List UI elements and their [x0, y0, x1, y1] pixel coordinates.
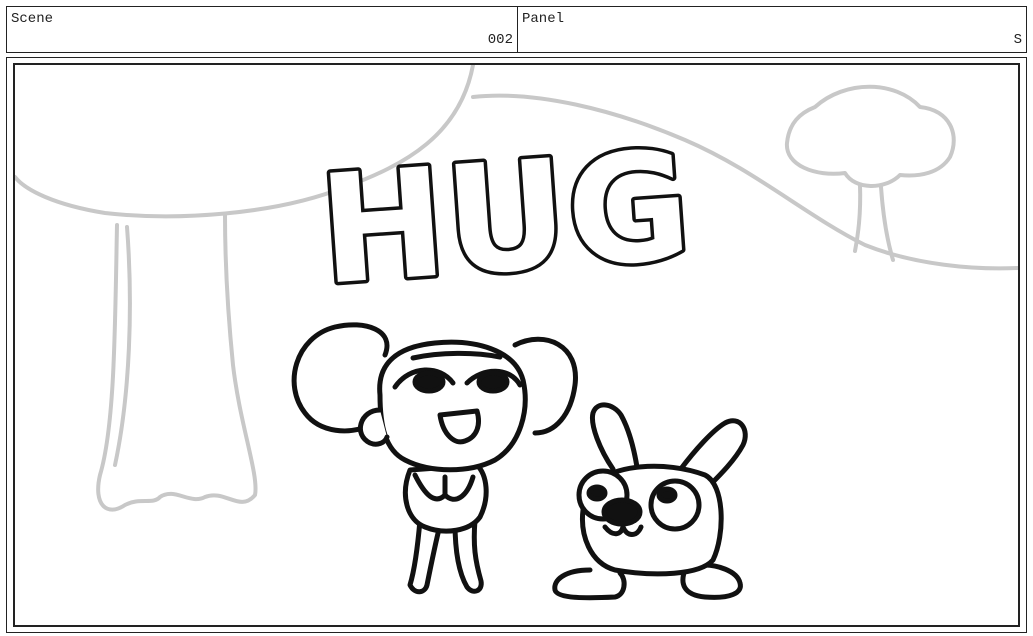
bunny-nose	[601, 497, 643, 527]
panel-canvas[interactable]: HUG	[13, 63, 1020, 627]
mouse-left-pupil	[412, 370, 446, 394]
bunny-left-foot	[552, 567, 627, 601]
mouse-character	[291, 322, 578, 595]
panel-label: Panel	[522, 11, 565, 27]
small-tree-canopy	[784, 84, 956, 188]
hug-title-text: HUG	[314, 119, 696, 318]
storyboard-header: Scene 002 Panel S	[6, 6, 1027, 53]
mouse-right-pupil	[476, 370, 510, 394]
panel-number[interactable]: S	[1014, 32, 1022, 48]
scene-cell: Scene 002	[7, 7, 518, 52]
mouse-head	[377, 339, 528, 473]
bunny-right-eye	[648, 478, 702, 532]
small-tree-trunk-right	[879, 185, 895, 262]
panel-cell: Panel S	[518, 7, 1026, 52]
bunny-left-pupil	[586, 484, 608, 502]
bunny-character	[552, 402, 748, 601]
scene-label: Scene	[11, 11, 54, 27]
scene-number[interactable]: 002	[488, 32, 513, 48]
hug-title: HUG	[311, 116, 700, 322]
storyboard-drawing: HUG	[15, 65, 1018, 601]
bunny-left-ear	[589, 402, 640, 472]
bunny-right-pupil	[656, 486, 678, 504]
panel-frame: HUG	[6, 57, 1027, 633]
big-tree-trunk	[96, 213, 258, 512]
